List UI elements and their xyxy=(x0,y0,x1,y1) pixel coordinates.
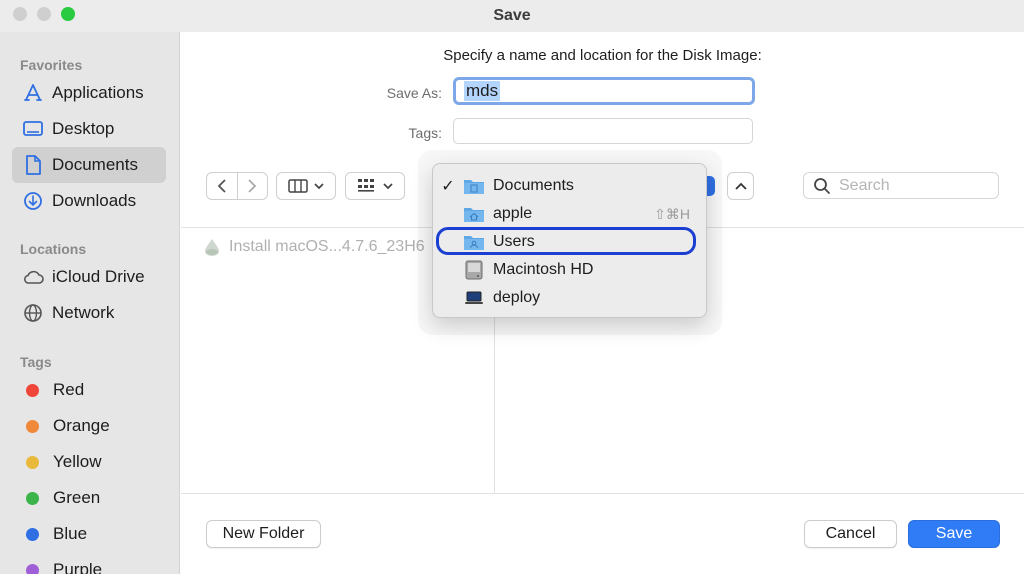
search-field[interactable]: Search xyxy=(803,172,999,199)
window-title: Save xyxy=(493,7,531,24)
menu-item-documents[interactable]: ✓ Documents xyxy=(433,172,706,200)
menu-item-apple[interactable]: apple ⇧⌘H xyxy=(433,200,706,228)
globe-icon xyxy=(22,302,44,324)
sidebar-item-icloud-drive[interactable]: iCloud Drive xyxy=(12,259,166,295)
applications-icon xyxy=(22,82,44,104)
tags-label: Tags: xyxy=(408,125,442,141)
sidebar-item-label: Red xyxy=(53,380,85,399)
sidebar-item-label: Purple xyxy=(53,560,103,574)
menu-item-label: deploy xyxy=(493,289,541,306)
purple-tag-dot-icon xyxy=(26,563,39,574)
home-folder-icon xyxy=(463,204,485,224)
save-dialog-window: Save Favorites Applications Desktop Docu… xyxy=(0,0,1024,574)
forward-button[interactable] xyxy=(238,179,268,193)
sidebar-tag-blue[interactable]: Blue xyxy=(12,516,166,552)
tags-input[interactable] xyxy=(453,118,753,144)
tags-header: Tags xyxy=(20,354,52,370)
laptop-icon xyxy=(463,288,485,308)
keyboard-shortcut: ⇧⌘H xyxy=(654,205,690,222)
sidebar-item-label: Blue xyxy=(53,524,88,543)
green-tag-dot-icon xyxy=(26,491,39,505)
sidebar-item-label: Applications xyxy=(52,83,144,102)
title-bar: Save xyxy=(0,0,1024,32)
chevron-left-icon xyxy=(217,179,226,193)
columns-view-icon xyxy=(288,179,308,193)
save-as-value: mds xyxy=(464,81,501,101)
dialog-prompt: Specify a name and location for the Disk… xyxy=(443,47,762,64)
chevron-down-icon xyxy=(383,183,393,190)
sidebar-tag-green[interactable]: Green xyxy=(12,480,166,516)
menu-item-macintosh-hd[interactable]: Macintosh HD xyxy=(433,256,706,284)
hard-drive-icon xyxy=(463,260,485,280)
sidebar-tag-red[interactable]: Red xyxy=(12,372,166,408)
file-list-item[interactable]: Install macOS...4.7.6_23H6 xyxy=(203,237,425,257)
cloud-icon xyxy=(22,266,44,288)
menu-item-label: Documents xyxy=(493,177,574,194)
new-folder-button[interactable]: New Folder xyxy=(206,520,321,548)
yellow-tag-dot-icon xyxy=(26,455,39,469)
sidebar-item-desktop[interactable]: Desktop xyxy=(12,111,166,147)
search-placeholder: Search xyxy=(839,176,890,194)
chevron-right-icon xyxy=(248,179,257,193)
view-mode-button[interactable] xyxy=(276,172,336,200)
save-button[interactable]: Save xyxy=(908,520,1000,548)
cancel-button[interactable]: Cancel xyxy=(804,520,897,548)
browser-bottom-divider xyxy=(181,493,1024,494)
grid-group-icon xyxy=(358,179,374,192)
installer-app-icon xyxy=(205,239,219,256)
checkmark-icon: ✓ xyxy=(441,178,455,195)
orange-tag-dot-icon xyxy=(26,419,39,433)
document-icon xyxy=(22,154,44,176)
desktop-icon xyxy=(22,118,44,140)
sidebar-item-label: Desktop xyxy=(52,119,115,138)
menu-item-label: apple xyxy=(493,205,533,222)
sidebar-tag-orange[interactable]: Orange xyxy=(12,408,166,444)
locations-header: Locations xyxy=(20,241,87,257)
sidebar-item-label: Green xyxy=(53,488,101,507)
chevron-up-icon xyxy=(734,182,747,190)
sidebar-item-applications[interactable]: Applications xyxy=(12,75,166,111)
downloads-icon xyxy=(22,190,44,212)
favorites-header: Favorites xyxy=(20,57,83,73)
chevron-down-icon xyxy=(314,183,324,190)
users-focus-ring xyxy=(436,227,696,255)
sidebar-item-label: Orange xyxy=(53,416,110,435)
save-as-input[interactable]: mds xyxy=(453,77,755,105)
expand-collapse-button[interactable] xyxy=(727,172,754,200)
sidebar-item-label: Yellow xyxy=(53,452,102,471)
blue-tag-dot-icon xyxy=(26,527,39,541)
back-button[interactable] xyxy=(207,179,237,193)
menu-item-label: Macintosh HD xyxy=(493,261,594,278)
file-name: Install macOS...4.7.6_23H6 xyxy=(229,238,425,255)
navigation-buttons xyxy=(206,172,268,200)
group-by-button[interactable] xyxy=(345,172,405,200)
sidebar-tag-purple[interactable]: Purple xyxy=(12,552,166,574)
sidebar-item-documents[interactable]: Documents xyxy=(12,147,166,183)
search-icon xyxy=(814,177,830,194)
documents-folder-icon xyxy=(463,176,485,196)
sidebar-item-label: iCloud Drive xyxy=(52,267,145,286)
red-tag-dot-icon xyxy=(26,383,39,397)
save-as-label: Save As: xyxy=(386,85,442,101)
sidebar: Favorites Applications Desktop Documents… xyxy=(0,32,180,574)
sidebar-item-label: Documents xyxy=(52,155,138,174)
sidebar-item-network[interactable]: Network xyxy=(12,295,166,331)
menu-item-deploy[interactable]: deploy xyxy=(433,284,706,312)
sidebar-tag-yellow[interactable]: Yellow xyxy=(12,444,166,480)
sidebar-item-label: Network xyxy=(52,303,115,322)
sidebar-item-label: Downloads xyxy=(52,191,137,210)
sidebar-item-downloads[interactable]: Downloads xyxy=(12,183,166,219)
